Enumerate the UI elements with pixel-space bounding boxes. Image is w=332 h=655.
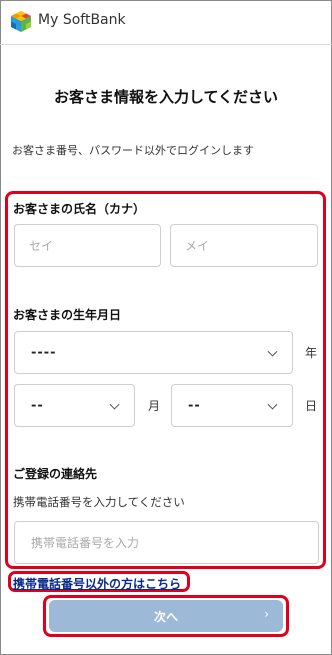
name-section-label: お客さまの氏名（カナ） [13,202,146,216]
app-title: My SoftBank [38,12,126,28]
mei-input[interactable]: メイ [170,224,318,267]
page-subtitle: お客さま番号、パスワード以外でログインします [12,144,254,157]
chevron-right-icon: › [264,607,269,621]
birth-day-value: -- [188,398,201,413]
birth-month-select[interactable]: -- [14,384,135,427]
contact-sublabel: 携帯電話番号を入力してください [13,495,185,509]
chevron-down-icon [109,399,120,410]
page-title: お客さま情報を入力してください [53,88,279,106]
birth-month-value: -- [31,398,44,413]
app-header: My SoftBank [0,0,332,45]
month-unit: 月 [148,399,161,413]
other-than-mobile-link[interactable]: 携帯電話番号以外の方はこちら [13,575,181,592]
sei-input[interactable]: セイ [14,224,161,267]
next-button[interactable]: 次へ › [49,600,283,632]
birth-year-select[interactable]: ---- [14,331,293,374]
birth-year-value: ---- [31,345,57,360]
contact-section-label: ご登録の連絡先 [13,467,98,481]
chevron-down-icon [267,346,278,357]
birth-section-label: お客さまの生年月日 [13,308,122,322]
year-unit: 年 [305,346,318,360]
chevron-down-icon [267,399,278,410]
birth-day-select[interactable]: -- [171,384,293,427]
next-button-label: 次へ [153,610,178,624]
softbank-cube-logo-icon [11,11,31,32]
phone-input[interactable]: 携帯電話番号を入力 [14,521,319,564]
day-unit: 日 [305,399,318,413]
